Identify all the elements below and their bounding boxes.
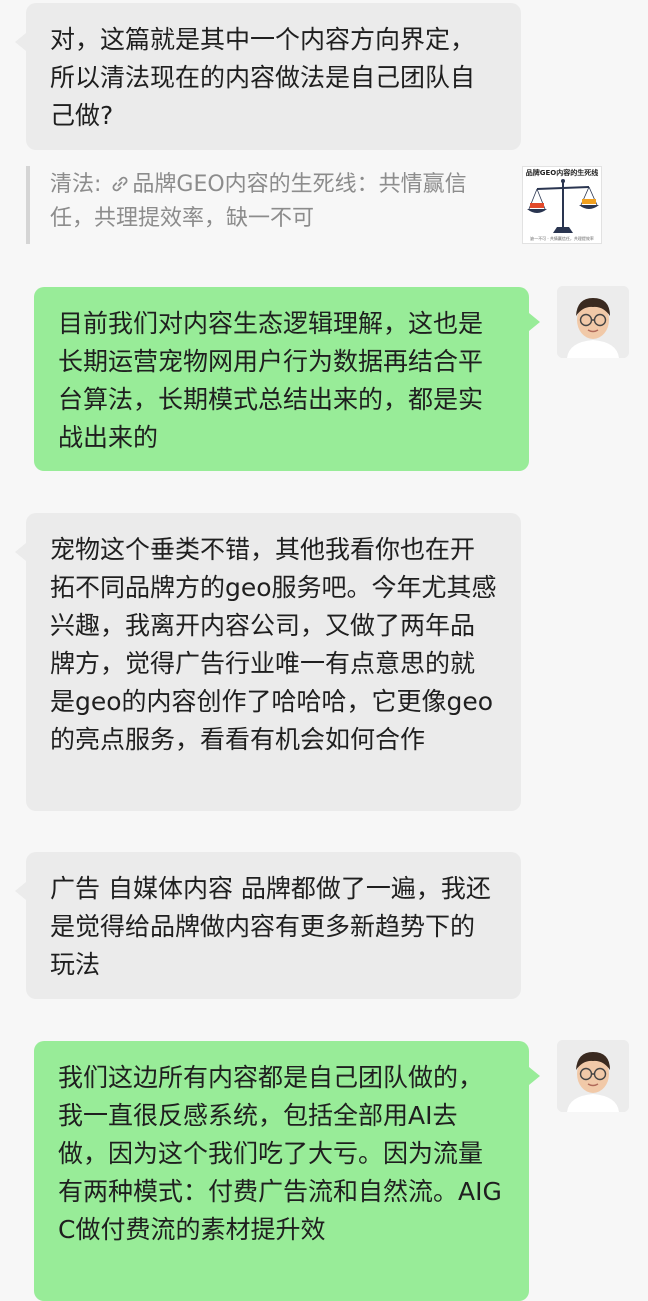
chat-message-list[interactable]: 对，这篇就是其中一个内容方向界定，所以清法现在的内容做法是自己团队自己做? 清法… bbox=[0, 0, 648, 1301]
quoted-message[interactable]: 清法: 品牌GEO内容的生死线：共情赢信任，共理提效率，缺一不可 品牌GEO内容… bbox=[26, 166, 606, 244]
scale-illustration bbox=[527, 179, 599, 233]
message-bubble-incoming[interactable]: 广告 自媒体内容 品牌都做了一遍，我还是觉得给品牌做内容有更多新趋势下的玩法 bbox=[15, 852, 521, 999]
message-text: 目前我们对内容生态逻辑理解，这也是长期运营宠物网用户行为数据再结合平台算法，长期… bbox=[58, 309, 484, 452]
article-thumbnail[interactable]: 品牌GEO内容的生死线 缺一不可 · 共情赢信任，共理提效率 bbox=[522, 166, 602, 244]
link-icon bbox=[110, 168, 130, 202]
message-text: 宠物这个垂类不错，其他我看你也在开拓不同品牌方的geo服务吧。今年尤其感兴趣，我… bbox=[50, 535, 497, 754]
message-text: 对，这篇就是其中一个内容方向界定，所以清法现在的内容做法是自己团队自己做? bbox=[50, 25, 476, 130]
message-bubble-outgoing[interactable]: 我们这边所有内容都是自己团队做的，我一直很反感系统，包括全部用AI去做，因为这个… bbox=[34, 1041, 540, 1301]
quote-author: 清法: bbox=[50, 172, 102, 197]
thumbnail-caption: 缺一不可 · 共情赢信任，共理提效率 bbox=[530, 236, 594, 241]
avatar[interactable] bbox=[557, 1040, 629, 1112]
message-text: 广告 自媒体内容 品牌都做了一遍，我还是觉得给品牌做内容有更多新趋势下的玩法 bbox=[50, 874, 491, 979]
avatar[interactable] bbox=[557, 286, 629, 358]
user-avatar-icon bbox=[557, 286, 629, 358]
quote-text: 清法: 品牌GEO内容的生死线：共情赢信任，共理提效率，缺一不可 bbox=[50, 168, 494, 236]
message-bubble-incoming[interactable]: 宠物这个垂类不错，其他我看你也在开拓不同品牌方的geo服务吧。今年尤其感兴趣，我… bbox=[15, 513, 521, 811]
message-bubble-incoming[interactable]: 对，这篇就是其中一个内容方向界定，所以清法现在的内容做法是自己团队自己做? bbox=[15, 3, 521, 150]
message-bubble-outgoing[interactable]: 目前我们对内容生态逻辑理解，这也是长期运营宠物网用户行为数据再结合平台算法，长期… bbox=[34, 287, 540, 471]
user-avatar-icon bbox=[557, 1040, 629, 1112]
message-text: 我们这边所有内容都是自己团队做的，我一直很反感系统，包括全部用AI去做，因为这个… bbox=[58, 1063, 502, 1244]
